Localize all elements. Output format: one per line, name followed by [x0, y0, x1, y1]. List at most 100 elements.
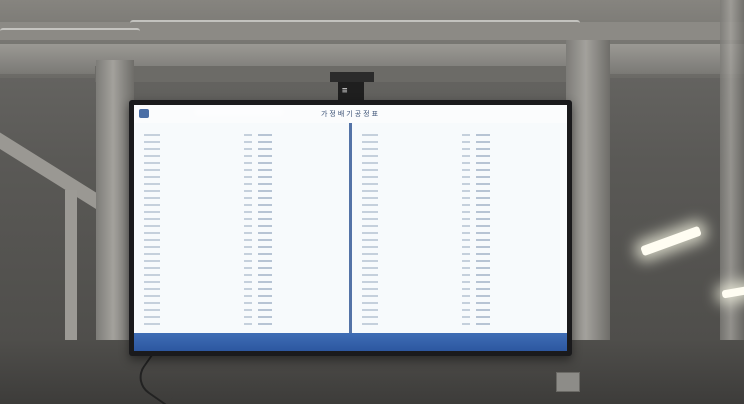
illegible-text-bar	[362, 141, 378, 143]
wall-monitor: 가정배기공정표	[129, 100, 572, 356]
illegible-text-bar	[144, 225, 160, 227]
illegible-text-bar	[476, 204, 490, 206]
schedule-row	[134, 202, 349, 209]
illegible-text-bar	[462, 134, 470, 136]
illegible-text-bar	[362, 232, 378, 234]
illegible-text-bar	[462, 260, 470, 262]
schedule-rows	[134, 132, 349, 328]
illegible-text-bar	[244, 218, 252, 220]
illegible-text-bar	[362, 190, 378, 192]
illegible-text-bar	[244, 288, 252, 290]
illegible-text-bar	[362, 211, 378, 213]
illegible-text-bar	[258, 141, 272, 143]
illegible-text-bar	[462, 197, 470, 199]
schedule-row	[352, 153, 567, 160]
illegible-text-bar	[462, 246, 470, 248]
schedule-row	[352, 279, 567, 286]
illegible-text-bar	[258, 155, 272, 157]
illegible-text-bar	[462, 274, 470, 276]
illegible-text-bar	[476, 148, 490, 150]
illegible-text-bar	[144, 169, 160, 171]
factory-scene: ≡ 가정배기공정표	[0, 0, 744, 404]
schedule-row	[352, 244, 567, 251]
illegible-text-bar	[476, 267, 490, 269]
illegible-text-bar	[258, 162, 272, 164]
illegible-text-bar	[244, 253, 252, 255]
illegible-text-bar	[476, 211, 490, 213]
schedule-row	[134, 258, 349, 265]
screen-header: 가정배기공정표	[134, 105, 567, 124]
schedule-row	[134, 279, 349, 286]
illegible-text-bar	[462, 155, 470, 157]
screen-footer-bar	[134, 333, 567, 351]
illegible-text-bar	[258, 239, 272, 241]
illegible-text-bar	[144, 197, 160, 199]
illegible-text-bar	[144, 218, 160, 220]
illegible-text-bar	[244, 225, 252, 227]
illegible-text-bar	[258, 190, 272, 192]
schedule-row	[352, 293, 567, 300]
schedule-row	[352, 181, 567, 188]
schedule-row	[352, 237, 567, 244]
illegible-text-bar	[244, 232, 252, 234]
illegible-text-bar	[144, 211, 160, 213]
illegible-text-bar	[362, 323, 378, 325]
illegible-text-bar	[362, 218, 378, 220]
illegible-text-bar	[258, 309, 272, 311]
illegible-text-bar	[462, 218, 470, 220]
illegible-text-bar	[362, 204, 378, 206]
illegible-text-bar	[144, 281, 160, 283]
schedule-row	[352, 272, 567, 279]
illegible-text-bar	[144, 288, 160, 290]
illegible-text-bar	[362, 260, 378, 262]
illegible-text-bar	[462, 190, 470, 192]
illegible-text-bar	[362, 176, 378, 178]
mount-logo: ≡	[342, 86, 349, 96]
schedule-row	[352, 223, 567, 230]
schedule-panel-right	[352, 123, 567, 333]
illegible-text-bar	[244, 183, 252, 185]
schedule-row	[352, 188, 567, 195]
illegible-text-bar	[258, 183, 272, 185]
illegible-text-bar	[258, 225, 272, 227]
schedule-row	[134, 300, 349, 307]
illegible-text-bar	[144, 323, 160, 325]
schedule-row	[134, 174, 349, 181]
illegible-text-bar	[362, 155, 378, 157]
illegible-text-bar	[144, 162, 160, 164]
illegible-text-bar	[144, 316, 160, 318]
schedule-row	[352, 174, 567, 181]
illegible-text-bar	[476, 190, 490, 192]
schedule-row	[134, 251, 349, 258]
illegible-text-bar	[362, 309, 378, 311]
illegible-text-bar	[462, 267, 470, 269]
illegible-text-bar	[362, 267, 378, 269]
illegible-text-bar	[244, 204, 252, 206]
schedule-row	[352, 139, 567, 146]
schedule-row	[352, 160, 567, 167]
illegible-text-bar	[476, 169, 490, 171]
illegible-text-bar	[362, 302, 378, 304]
schedule-row	[134, 307, 349, 314]
illegible-text-bar	[244, 169, 252, 171]
illegible-text-bar	[258, 267, 272, 269]
illegible-text-bar	[244, 295, 252, 297]
illegible-text-bar	[476, 162, 490, 164]
illegible-text-bar	[144, 309, 160, 311]
illegible-text-bar	[476, 218, 490, 220]
illegible-text-bar	[476, 302, 490, 304]
illegible-text-bar	[462, 204, 470, 206]
illegible-text-bar	[462, 281, 470, 283]
illegible-text-bar	[462, 225, 470, 227]
schedule-row	[134, 216, 349, 223]
illegible-text-bar	[258, 218, 272, 220]
schedule-panel-left	[134, 123, 349, 333]
illegible-text-bar	[462, 288, 470, 290]
illegible-text-bar	[362, 281, 378, 283]
illegible-text-bar	[462, 253, 470, 255]
illegible-text-bar	[258, 260, 272, 262]
wall-vent	[556, 372, 580, 392]
schedule-row	[134, 321, 349, 328]
ceiling-cable	[130, 20, 580, 27]
schedule-row	[352, 265, 567, 272]
